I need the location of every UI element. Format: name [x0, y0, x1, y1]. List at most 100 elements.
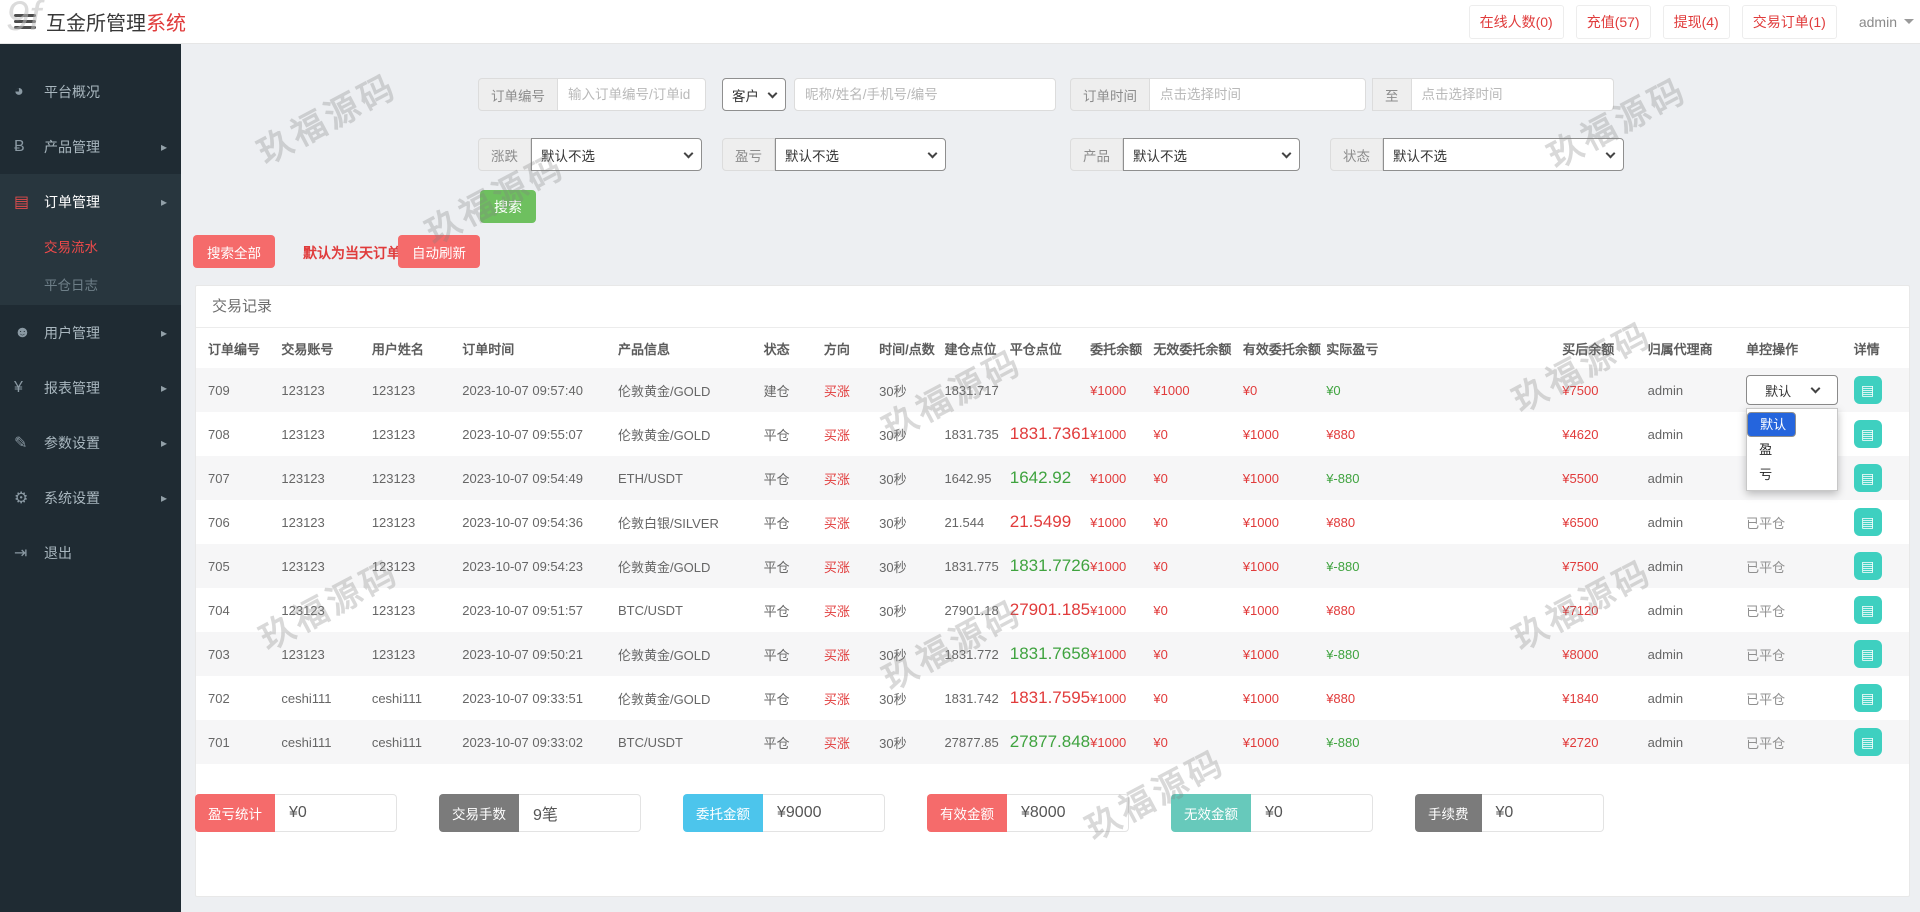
cell-entrust: ¥1000 — [1090, 514, 1127, 530]
cell-status: 平仓 — [763, 559, 790, 575]
dropdown-option[interactable]: 盈 — [1747, 437, 1837, 462]
updown-value: 默认不选 — [541, 148, 595, 164]
control-selected-value: 默认 — [1765, 383, 1792, 399]
cell-duration: 30秒 — [879, 471, 907, 487]
chevron-down-icon — [767, 88, 778, 98]
cell-close: 1831.7726 — [1009, 556, 1091, 575]
detail-button[interactable]: ▤ — [1853, 420, 1882, 448]
cell-id: 707 — [208, 470, 230, 486]
cell-id: 709 — [208, 382, 230, 398]
cell-time: 2023-10-07 09:54:23 — [462, 558, 583, 574]
chevron-right-icon: ▸ — [160, 325, 167, 340]
cell-control: 已平仓 — [1746, 544, 1854, 588]
cell-agent: admin — [1647, 426, 1684, 442]
cell-valid: ¥1000 — [1242, 602, 1279, 618]
order-no-input[interactable] — [558, 78, 706, 111]
cell-close: 1642.92 — [1009, 468, 1072, 487]
table-header-row: 订单编号 交易账号 用户姓名 订单时间 产品信息 状态 方向 时间/点数 建仓点位 平仓点位 委托余… — [196, 328, 1909, 368]
time-end-input[interactable] — [1411, 78, 1614, 111]
dropdown-option[interactable]: 亏 — [1747, 462, 1837, 487]
cell-open: 1831.735 — [944, 426, 999, 442]
top-bar: 互金所管理系统 在线人数(0) 充值(57) 提现(4) 交易订单(1) admin — [0, 0, 1920, 44]
detail-button[interactable]: ▤ — [1853, 508, 1882, 536]
cell-duration: 30秒 — [879, 515, 907, 531]
cell-valid: ¥1000 — [1242, 558, 1279, 574]
cell-close: 21.5499 — [1009, 512, 1072, 531]
cell-pl: ¥880 — [1326, 426, 1356, 442]
column-header: 方向 — [823, 341, 850, 357]
control-select-wrap: 默认 默认盈亏 — [1746, 375, 1839, 491]
header-link-withdraw[interactable]: 提现(4) — [1662, 4, 1730, 39]
list-icon: ▤ — [1861, 514, 1875, 530]
status-label: 状态 — [1330, 138, 1383, 171]
detail-button[interactable]: ▤ — [1853, 640, 1882, 668]
cell-status: 平仓 — [763, 471, 790, 487]
admin-menu[interactable]: admin — [1853, 14, 1920, 30]
sidebar-item-product-management[interactable]: Ƀ 产品管理 ▸ — [0, 119, 181, 174]
cell-entrust: ¥1000 — [1090, 558, 1127, 574]
auto-refresh-button[interactable]: 自动刷新 — [398, 235, 480, 268]
summary-box-fee: 手续费 ¥0 — [1415, 794, 1604, 832]
detail-button[interactable]: ▤ — [1853, 552, 1882, 580]
cell-invalid: ¥0 — [1153, 558, 1168, 574]
updown-select[interactable]: 默认不选 — [531, 138, 702, 171]
cell-entrust: ¥1000 — [1090, 382, 1127, 398]
sidebar-item-report-management[interactable]: ¥ 报表管理 ▸ — [0, 360, 181, 415]
cell-invalid: ¥1000 — [1153, 382, 1190, 398]
row-control-select[interactable]: 默认 — [1746, 375, 1839, 405]
pl-select[interactable]: 默认不选 — [775, 138, 946, 171]
cell-direction: 买涨 — [823, 647, 850, 663]
detail-button[interactable]: ▤ — [1853, 464, 1882, 492]
sidebar-item-order-management[interactable]: ▤ 订单管理 ▸ — [0, 174, 181, 229]
cell-id: 701 — [208, 734, 230, 750]
detail-button[interactable]: ▤ — [1853, 596, 1882, 624]
sidebar-item-platform-overview[interactable]: ◕ 平台概况 — [0, 64, 181, 119]
detail-button[interactable]: ▤ — [1853, 684, 1882, 712]
cell-account: ceshi111 — [281, 734, 332, 750]
sidebar-subitem-close-log[interactable]: 平仓日志 — [0, 267, 181, 305]
cell-entrust: ¥1000 — [1090, 690, 1127, 706]
status-select[interactable]: 默认不选 — [1383, 138, 1624, 171]
table-row: 703 123123 123123 2023-10-07 09:50:21 伦敦黄金/G… — [196, 632, 1909, 676]
cell-valid: ¥1000 — [1242, 734, 1279, 750]
search-button[interactable]: 搜索 — [480, 190, 536, 223]
header-link-online-count[interactable]: 在线人数(0) — [1468, 4, 1564, 39]
cell-duration: 30秒 — [879, 427, 907, 443]
list-icon: ▤ — [1861, 690, 1875, 706]
cell-detail: ▤ — [1853, 500, 1909, 544]
sidebar-item-label: 平台概况 — [44, 83, 100, 100]
time-start-input[interactable] — [1150, 78, 1366, 111]
sidebar-item-parameter-settings[interactable]: ✎ 参数设置 ▸ — [0, 415, 181, 470]
header-link-recharge[interactable]: 充值(57) — [1575, 4, 1651, 39]
sidebar-subitem-trade-flow[interactable]: 交易流水 — [0, 229, 181, 267]
cell-control: 已平仓 — [1746, 632, 1854, 676]
customer-input[interactable] — [794, 78, 1056, 111]
table-row: 704 123123 123123 2023-10-07 09:51:57 BTC/US… — [196, 588, 1909, 632]
cell-pl: ¥880 — [1326, 602, 1356, 618]
dropdown-option[interactable]: 默认 — [1747, 412, 1797, 437]
sidebar-item-user-management[interactable]: ☻ 用户管理 ▸ — [0, 305, 181, 360]
user-icon: ☻ — [14, 323, 31, 341]
product-select[interactable]: 默认不选 — [1123, 138, 1300, 171]
table-row: 709 123123 123123 2023-10-07 09:57:40 伦敦黄金/G… — [196, 368, 1909, 491]
header-link-trade-orders[interactable]: 交易订单(1) — [1741, 4, 1837, 39]
search-all-button[interactable]: 搜索全部 — [193, 235, 275, 268]
cell-product: 伦敦黄金/GOLD — [617, 647, 711, 663]
cell-id: 705 — [208, 558, 230, 574]
cell-open: 1831.775 — [944, 558, 999, 574]
cell-close: 27877.848 — [1009, 732, 1091, 751]
detail-button[interactable]: ▤ — [1853, 376, 1882, 404]
cell-agent: admin — [1647, 382, 1684, 398]
customer-type-select[interactable]: 客户 — [722, 78, 786, 111]
cell-detail: ▤ — [1853, 368, 1909, 412]
cell-pl: ¥-880 — [1326, 470, 1360, 486]
cell-name: ceshi111 — [371, 690, 422, 706]
cell-account: 123123 — [281, 558, 325, 574]
cell-duration: 30秒 — [879, 735, 907, 751]
cell-agent: admin — [1647, 734, 1684, 750]
cell-detail: ▤ — [1853, 412, 1909, 456]
hamburger-menu-icon[interactable] — [14, 11, 36, 32]
sidebar-item-logout[interactable]: ⇥ 退出 — [0, 525, 181, 580]
detail-button[interactable]: ▤ — [1853, 728, 1882, 756]
sidebar-item-system-settings[interactable]: ⚙ 系统设置 ▸ — [0, 470, 181, 525]
